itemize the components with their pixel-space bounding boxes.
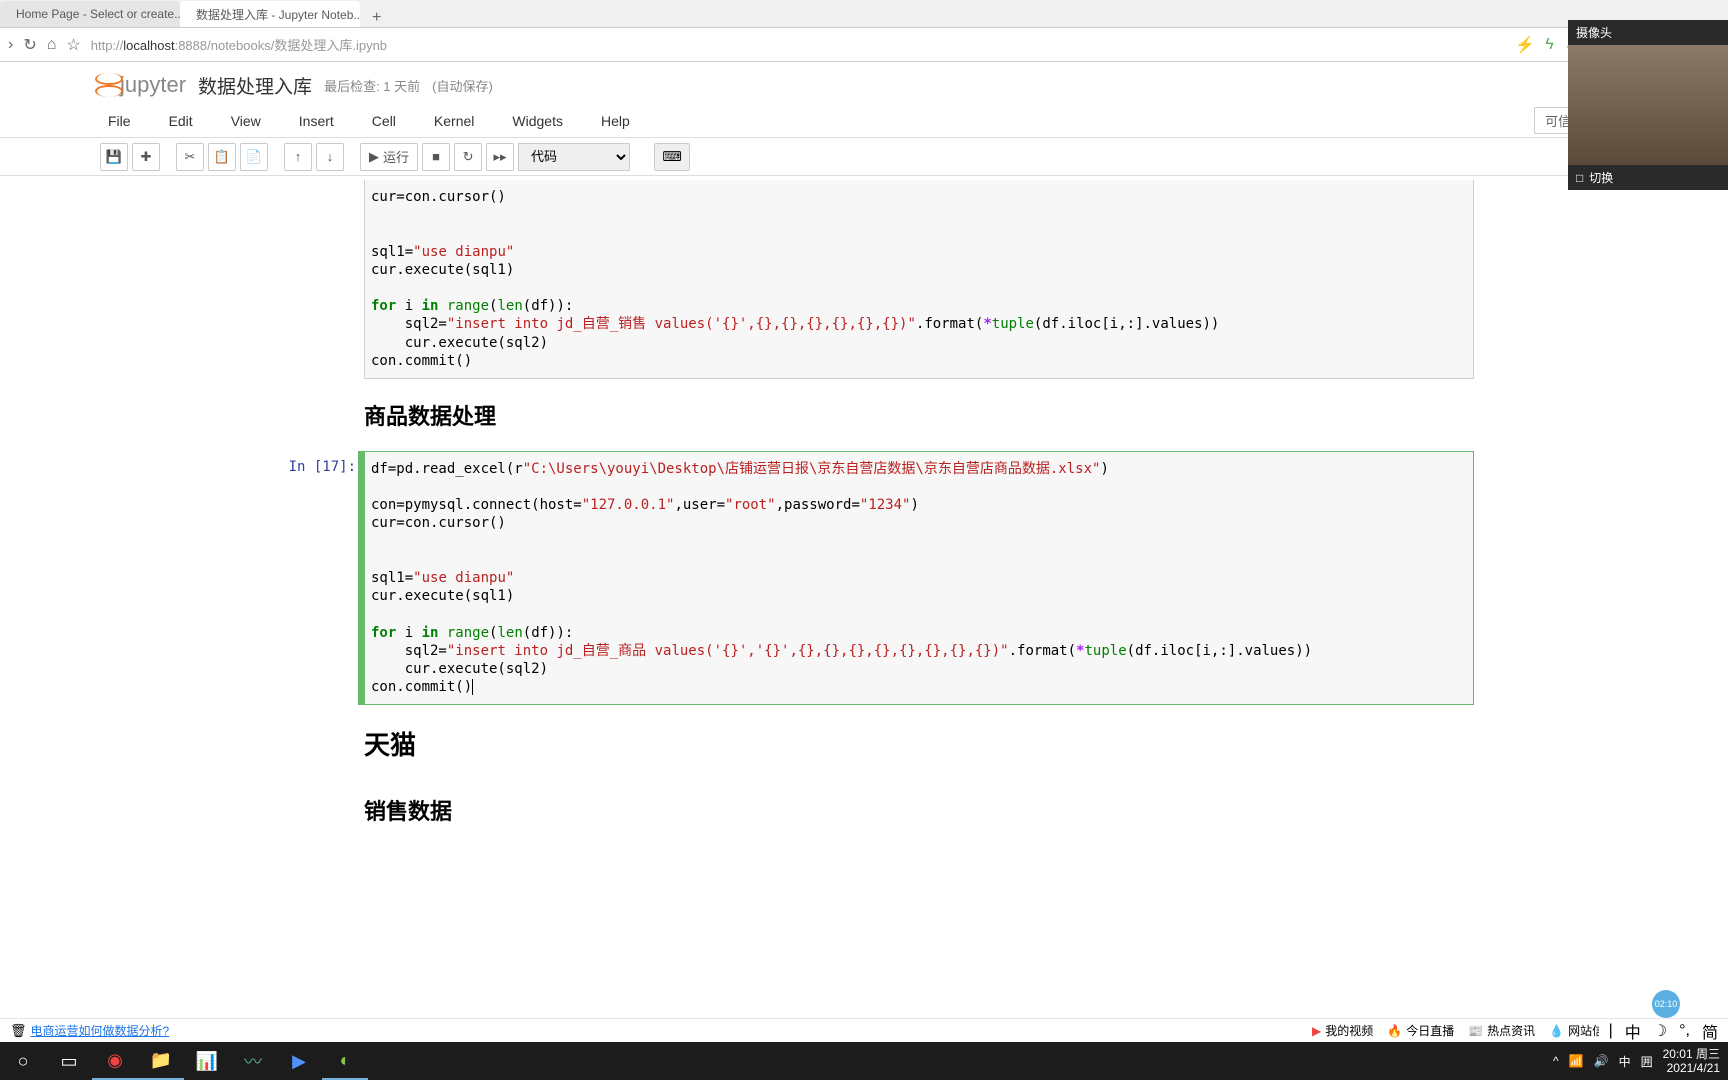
cell-type-select[interactable]: 代码 [518, 143, 630, 171]
browser-address-bar: › ↻ ⌂ ☆ http://localhost:8888/notebooks/… [0, 28, 1728, 62]
home-icon[interactable]: ⌂ [47, 36, 57, 54]
footer-bar: 🗑 电商运营如何做数据分析? ▶我的视频 🔥今日直播 📰热点资讯 💧网站信用 ⚙… [0, 1018, 1728, 1042]
tray-up-icon[interactable]: ^ [1553, 1054, 1559, 1068]
camera-view [1568, 45, 1728, 165]
footer-tag-video[interactable]: ▶我的视频 [1312, 1022, 1373, 1039]
taskbar-app-4[interactable]: 〰 [230, 1042, 276, 1080]
ime-divider: | [1609, 1022, 1613, 1040]
heading-sales-data: 销售数据 [364, 786, 1474, 834]
taskbar-app-1[interactable]: ◉ [92, 1042, 138, 1080]
code-input[interactable]: df=pd.read_excel(r"C:\Users\youyi\Deskto… [364, 451, 1474, 705]
browser-tabs: Home Page - Select or create... 数据处理入库 -… [0, 0, 1728, 28]
ime-bar: | 中 ☽ °, 简 [1599, 1018, 1728, 1042]
taskbar-powerbi[interactable]: 📊 [184, 1042, 230, 1080]
address-url[interactable]: http://localhost:8888/notebooks/数据处理入库.i… [91, 35, 1506, 54]
ime-mode[interactable]: 简 [1702, 1019, 1718, 1043]
camera-overlay[interactable]: 摄像头 □ 切换 [1568, 20, 1728, 190]
jupyter-header: jupyter 数据处理入库 最后检查: 1 天前 (自动保存) 🐍 [0, 62, 1728, 104]
taskbar: ○ ▭ ◉ 📁 📊 〰 ▶ ◐ ^ 📶 🔊 中 囲 20:01 周三 2021/… [0, 1042, 1728, 1080]
code-input[interactable]: cur=con.cursor() sql1="use dianpu" cur.e… [364, 180, 1474, 379]
footer-tag-live[interactable]: 🔥今日直播 [1387, 1022, 1454, 1039]
menu-cell[interactable]: Cell [364, 107, 404, 135]
jupyter-logo[interactable]: jupyter [100, 70, 186, 100]
heading-tmall: 天猫 [364, 717, 1474, 770]
run-button[interactable]: ▶ 运行 [360, 143, 418, 171]
ime-moon-icon[interactable]: ☽ [1653, 1021, 1667, 1041]
footer-tag-hot[interactable]: 📰热点资讯 [1468, 1022, 1535, 1039]
command-palette-button[interactable]: ⌨ [654, 143, 690, 171]
start-button[interactable]: ○ [0, 1042, 46, 1080]
autosave-status: (自动保存) [432, 76, 493, 95]
ime-punct-icon[interactable]: °, [1679, 1022, 1690, 1040]
timer-badge[interactable]: 02:10 [1652, 990, 1680, 1018]
tray-ime-icon[interactable]: 囲 [1641, 1053, 1653, 1070]
cell-prompt: In [17]: [254, 451, 364, 705]
forward-icon[interactable]: › [8, 36, 13, 54]
markdown-cell[interactable]: 销售数据 [254, 778, 1474, 842]
camera-header: 摄像头 [1568, 20, 1728, 45]
menu-insert[interactable]: Insert [291, 107, 342, 135]
interrupt-button[interactable]: ■ [422, 143, 450, 171]
restart-run-button[interactable]: ▸▸ [486, 143, 514, 171]
move-up-button[interactable]: ↑ [284, 143, 312, 171]
restart-button[interactable]: ↻ [454, 143, 482, 171]
menu-kernel[interactable]: Kernel [426, 107, 482, 135]
tab-title: Home Page - Select or create... [16, 7, 180, 21]
add-cell-button[interactable]: ✚ [132, 143, 160, 171]
notebook-title[interactable]: 数据处理入库 [198, 72, 312, 99]
switch-icon: □ [1576, 171, 1583, 185]
footer-link[interactable]: 电商运营如何做数据分析? [31, 1022, 170, 1039]
tray-clock[interactable]: 20:01 周三 2021/4/21 [1663, 1047, 1720, 1076]
new-tab-button[interactable]: + [360, 9, 393, 27]
cut-button[interactable]: ✂ [176, 143, 204, 171]
taskbar-explorer[interactable]: 📁 [138, 1042, 184, 1080]
task-view-button[interactable]: ▭ [46, 1042, 92, 1080]
code-cell-partial[interactable]: cur=con.cursor() sql1="use dianpu" cur.e… [254, 180, 1474, 379]
tab-title: 数据处理入库 - Jupyter Noteb... [196, 6, 360, 23]
toolbar: 💾 ✚ ✂ 📋 📄 ↑ ↓ ▶ 运行 ■ ↻ ▸▸ 代码 ⌨ [0, 138, 1728, 176]
menu-help[interactable]: Help [593, 107, 638, 135]
move-down-button[interactable]: ↓ [316, 143, 344, 171]
copy-button[interactable]: 📋 [208, 143, 236, 171]
browser-tab-notebook[interactable]: 数据处理入库 - Jupyter Noteb... × [180, 1, 360, 27]
menu-edit[interactable]: Edit [161, 107, 201, 135]
menu-widgets[interactable]: Widgets [504, 107, 571, 135]
flash-icon[interactable]: ⚡ [1515, 35, 1535, 55]
markdown-cell[interactable]: 天猫 [254, 709, 1474, 778]
code-cell-17[interactable]: In [17]: df=pd.read_excel(r"C:\Users\you… [254, 451, 1474, 705]
taskbar-powershell[interactable]: ▶ [276, 1042, 322, 1080]
system-tray: ^ 📶 🔊 中 囲 20:01 周三 2021/4/21 [1545, 1047, 1728, 1076]
info-icon: 🗑 [10, 1023, 27, 1039]
camera-switch-button[interactable]: □ 切换 [1568, 165, 1728, 190]
menu-view[interactable]: View [223, 107, 269, 135]
menu-bar: File Edit View Insert Cell Kernel Widget… [0, 104, 1728, 138]
menu-file[interactable]: File [100, 107, 139, 135]
markdown-cell[interactable]: 商品数据处理 [254, 383, 1474, 447]
browser-tab-home[interactable]: Home Page - Select or create... [0, 1, 180, 27]
taskbar-browser[interactable]: ◐ [322, 1042, 368, 1080]
refresh-icon[interactable]: ↻ [23, 35, 36, 55]
bookmark-icon[interactable]: ☆ [66, 35, 80, 55]
bolt-icon[interactable]: ϟ [1545, 36, 1553, 54]
tray-wifi-icon[interactable]: 📶 [1569, 1054, 1584, 1068]
last-checkpoint: 最后检查: 1 天前 [324, 76, 420, 95]
cell-prompt [254, 180, 364, 379]
ime-lang[interactable]: 中 [1625, 1019, 1641, 1043]
tray-lang[interactable]: 中 [1619, 1053, 1631, 1070]
notebook-container: cur=con.cursor() sql1="use dianpu" cur.e… [0, 176, 1728, 1076]
paste-button[interactable]: 📄 [240, 143, 268, 171]
tray-volume-icon[interactable]: 🔊 [1594, 1054, 1609, 1068]
save-button[interactable]: 💾 [100, 143, 128, 171]
heading-product-data: 商品数据处理 [364, 391, 1474, 439]
